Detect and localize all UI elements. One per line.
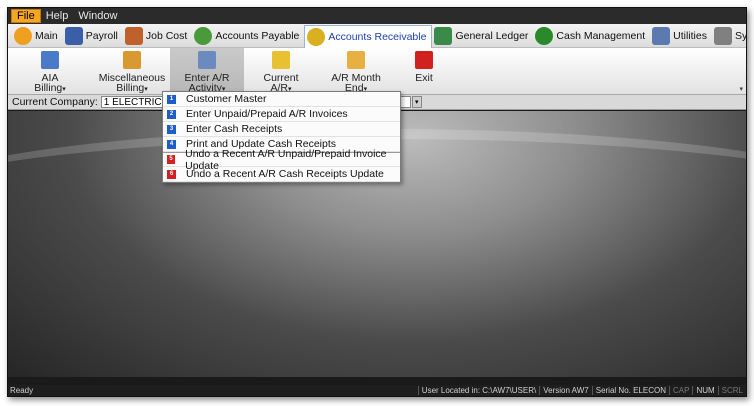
current-ar-button[interactable]: Current A/R▾ — [252, 48, 310, 95]
tab-payroll[interactable]: Payroll — [63, 25, 123, 47]
tab-label: Payroll — [85, 29, 118, 42]
exit-button[interactable]: Exit — [404, 48, 444, 95]
menu-file[interactable]: File — [11, 9, 41, 23]
menu-window[interactable]: Window — [73, 9, 122, 23]
aia-billing-button[interactable]: AIA Billing▾ — [26, 48, 74, 95]
ar-month-end-button[interactable]: A/R Month End▾ — [322, 48, 390, 95]
app-window: File Help Window Main Payroll Job Cost A… — [7, 7, 747, 397]
tab-label: Accounts Receivable — [328, 30, 427, 43]
tab-main[interactable]: Main — [12, 25, 63, 47]
menu-item-undo-invoice-update[interactable]: 5 Undo a Recent A/R Unpaid/Prepaid Invoic… — [163, 148, 400, 172]
menu-item-enter-cash-receipts[interactable]: 3 Enter Cash Receipts — [163, 122, 400, 137]
edit-icon — [198, 51, 216, 69]
tab-label: Utilities — [673, 29, 707, 42]
tab-cash-management[interactable]: Cash Management — [533, 25, 650, 47]
menu-item-label: Customer Master — [186, 93, 267, 105]
menu-item-label: Undo a Recent A/R Cash Receipts Update — [186, 168, 384, 180]
menu-number-badge: 4 — [167, 139, 176, 149]
calendar-report-icon — [347, 51, 365, 69]
menu-item-label: Enter Cash Receipts — [186, 123, 283, 135]
utilities-icon — [652, 26, 671, 45]
people-icon — [123, 51, 141, 69]
tab-job-cost[interactable]: Job Cost — [123, 25, 192, 47]
ribbon-options-icon[interactable]: ▾ — [739, 85, 743, 93]
tab-label: Cash Management — [556, 29, 646, 42]
module-tabs: Main Payroll Job Cost Accounts Payable A… — [8, 24, 746, 48]
exit-icon — [415, 51, 433, 69]
main-icon — [14, 26, 32, 45]
menu-help[interactable]: Help — [41, 9, 74, 23]
menu-number-badge: 1 — [167, 94, 176, 104]
button-label-text: Billing — [116, 82, 145, 94]
tab-accounts-receivable[interactable]: Accounts Receivable — [304, 24, 433, 48]
menubar: File Help Window — [8, 8, 746, 24]
menu-number-badge: 6 — [167, 169, 176, 179]
menu-number-badge: 2 — [167, 109, 176, 119]
document-icon — [41, 51, 59, 69]
ar-activity-menu: 1 Customer Master 2 Enter Unpaid/Prepaid A… — [162, 91, 401, 183]
tab-accounts-payable[interactable]: Accounts Payable — [192, 25, 304, 47]
chevron-down-icon: ▾ — [144, 86, 148, 93]
menu-item-enter-invoices[interactable]: 2 Enter Unpaid/Prepaid A/R Invoices — [163, 107, 400, 122]
tab-label: Accounts Payable — [215, 29, 300, 42]
menu-item-undo-cash-receipts-update[interactable]: 6 Undo a Recent A/R Cash Receipts Update — [163, 167, 400, 182]
menu-item-label: Enter Unpaid/Prepaid A/R Invoices — [186, 108, 348, 120]
status-cap: CAP — [668, 386, 692, 395]
enter-ar-activity-button[interactable]: Enter A/R Activity▾ — [170, 48, 244, 95]
button-label: Exit — [415, 72, 433, 84]
chevron-down-icon: ▾ — [62, 86, 66, 93]
miscellaneous-billing-button[interactable]: Miscellaneous Billing▾ — [94, 48, 170, 95]
tab-utilities[interactable]: Utilities — [650, 25, 712, 47]
job-cost-icon — [124, 26, 143, 45]
tab-label: Main — [35, 29, 58, 42]
accounts-payable-icon — [194, 26, 213, 45]
menu-number-badge: 3 — [167, 124, 176, 134]
chevron-down-icon[interactable]: ▾ — [411, 96, 422, 108]
status-user-location: User Located in: C:\AW7\USER\ — [417, 386, 539, 395]
status-ready: Ready — [10, 386, 34, 395]
status-num: NUM — [692, 386, 717, 395]
status-serial: Serial No. ELECON — [591, 386, 669, 395]
tab-general-ledger[interactable]: General Ledger — [432, 25, 533, 47]
status-version: Version AW7 — [539, 386, 592, 395]
general-ledger-icon — [434, 26, 453, 45]
payroll-icon — [64, 26, 83, 45]
status-scrl: SCRL — [717, 386, 746, 395]
company-label: Current Company: — [12, 96, 98, 108]
accounts-receivable-icon — [307, 27, 326, 46]
button-label-2: Billing▾ — [94, 83, 170, 95]
button-label-text: Billing — [34, 82, 63, 94]
ribbon: AIA Billing▾ Miscellaneous Billing▾ Ente… — [8, 48, 746, 95]
tab-label: System Parameters — [734, 29, 747, 42]
tab-label: General Ledger — [455, 29, 529, 42]
menu-number-badge: 5 — [167, 155, 176, 164]
status-bar: Ready User Located in: C:\AW7\USER\ Vers… — [8, 385, 746, 396]
tab-label: Job Cost — [145, 29, 188, 42]
menu-item-customer-master[interactable]: 1 Customer Master — [163, 92, 400, 107]
tab-system-parameters[interactable]: System Parameters — [712, 25, 747, 47]
system-parameters-icon — [713, 26, 732, 45]
button-label-2: Billing▾ — [26, 83, 74, 95]
cash-management-icon — [535, 26, 554, 45]
report-icon — [272, 51, 290, 69]
